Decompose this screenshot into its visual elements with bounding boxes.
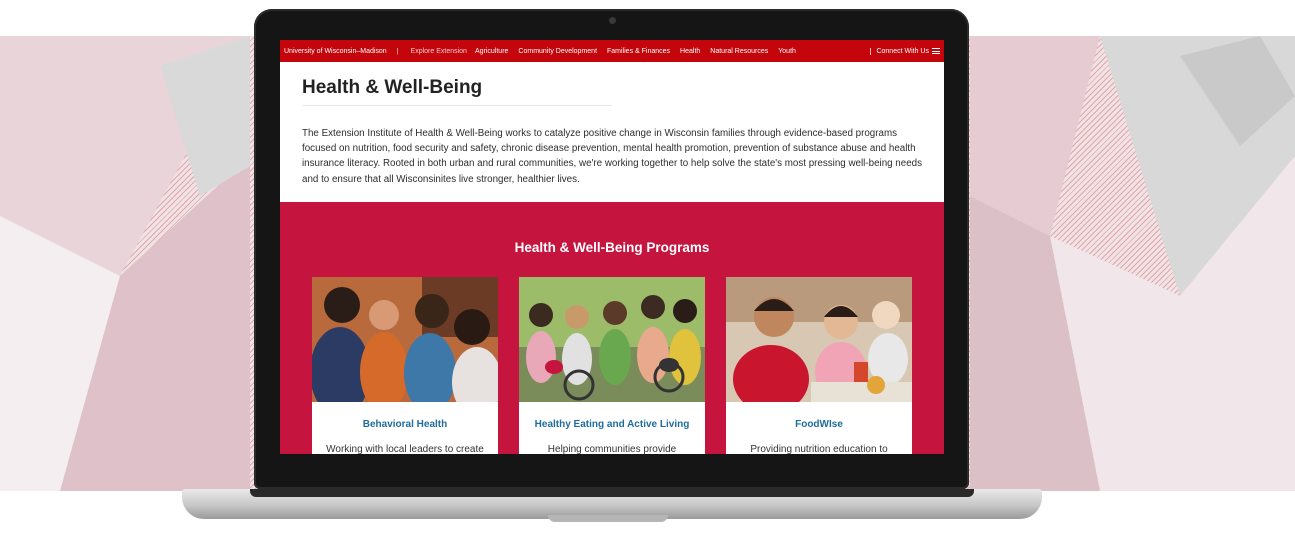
title-divider xyxy=(302,105,612,106)
laptop-screen: University of Wisconsin–Madison | Explor… xyxy=(280,40,944,454)
explore-extension-link[interactable]: Explore Extension xyxy=(411,48,467,55)
hamburger-menu-icon[interactable] xyxy=(932,48,940,54)
card-description: Providing nutrition education to xyxy=(750,444,888,454)
program-card-behavioral-health[interactable]: Behavioral Health Working with local lea… xyxy=(312,277,498,454)
nav-link-youth[interactable]: Youth xyxy=(778,48,796,55)
children-eating-lunch-photo xyxy=(726,277,912,402)
laptop-opening-notch xyxy=(548,515,668,522)
webcam-icon xyxy=(609,17,616,24)
program-card-healthy-eating[interactable]: Healthy Eating and Active Living Helping… xyxy=(519,277,705,454)
card-title[interactable]: FoodWIse xyxy=(726,419,912,430)
nav-link-families-finances[interactable]: Families & Finances xyxy=(607,48,670,55)
nav-link-agriculture[interactable]: Agriculture xyxy=(475,48,508,55)
card-description: Working with local leaders to create xyxy=(326,444,484,454)
card-description: Helping communities provide xyxy=(547,444,677,454)
programs-heading: Health & Well-Being Programs xyxy=(514,240,710,255)
program-card-foodwise[interactable]: FoodWIse Providing nutrition education t… xyxy=(726,277,912,454)
nav-separator: | xyxy=(396,47,399,55)
laptop-hinge xyxy=(250,489,974,497)
site-name-link[interactable]: University of Wisconsin–Madison xyxy=(284,48,387,55)
connect-with-us-button[interactable]: Connect With Us xyxy=(870,47,940,55)
page-title: Health & Well-Being xyxy=(302,77,483,98)
card-title[interactable]: Behavioral Health xyxy=(312,419,498,430)
nav-link-natural-resources[interactable]: Natural Resources xyxy=(710,48,768,55)
nav-link-health[interactable]: Health xyxy=(680,48,700,55)
top-navigation-bar: University of Wisconsin–Madison | Explor… xyxy=(280,40,944,62)
kids-with-bicycles-photo xyxy=(519,277,705,402)
group-of-teens-laughing-photo xyxy=(312,277,498,402)
programs-section: Health & Well-Being Programs Behavioral … xyxy=(280,202,944,454)
nav-link-community-development[interactable]: Community Development xyxy=(518,48,597,55)
connect-with-us-label: Connect With Us xyxy=(876,47,929,55)
card-title[interactable]: Healthy Eating and Active Living xyxy=(519,419,705,430)
intro-paragraph: The Extension Institute of Health & Well… xyxy=(302,128,923,185)
